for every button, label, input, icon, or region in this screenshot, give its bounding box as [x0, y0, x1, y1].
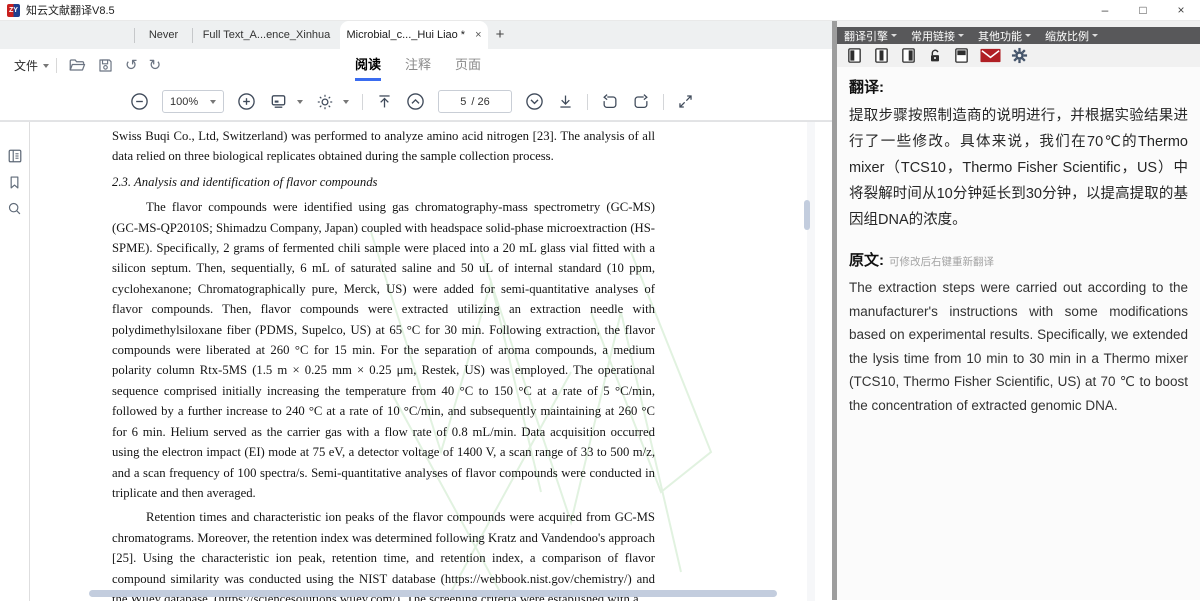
previous-page-icon[interactable]	[406, 92, 425, 111]
original-label: 原文: 可修改后右键重新翻译	[849, 249, 1188, 270]
zoom-out-icon[interactable]	[130, 92, 149, 111]
undo-icon[interactable]: ↺	[125, 58, 138, 73]
menu-common-links[interactable]: 常用链接	[911, 28, 964, 44]
horizontal-scrollbar-thumb[interactable]	[89, 590, 777, 597]
chevron-down-icon	[343, 100, 349, 104]
panel-content: 翻译: 提取步骤按照制造商的说明进行，并根据实验结果进行了一些修改。具体来说，我…	[837, 67, 1200, 417]
translation-panel: 翻译引擎 常用链接 其他功能 缩放比例	[837, 21, 1200, 600]
save-icon[interactable]	[97, 57, 114, 74]
pdf-viewer: Swiss Buqi Co., Ltd, Switzerland) was pe…	[0, 121, 836, 600]
chevron-down-icon	[297, 100, 303, 104]
fullscreen-icon[interactable]	[677, 93, 694, 110]
tab-read[interactable]: 阅读	[355, 54, 381, 81]
layout-left-icon[interactable]	[846, 47, 863, 64]
download-icon[interactable]	[557, 93, 574, 110]
maximize-button[interactable]: □	[1124, 0, 1162, 20]
page-fit-dropdown[interactable]	[269, 92, 303, 111]
menu-label: 缩放比例	[1045, 28, 1089, 44]
tab-fulltext[interactable]: Full Text_A...ence_Xinhua	[193, 21, 340, 49]
menu-other-functions[interactable]: 其他功能	[978, 28, 1031, 44]
toolbar: 100% 5 / 26	[0, 83, 836, 121]
window-controls: – □ ×	[1086, 0, 1200, 20]
tab-never[interactable]: Never	[135, 21, 192, 49]
menu-translation-engine[interactable]: 翻译引擎	[844, 28, 897, 44]
tab-annotate[interactable]: 注释	[405, 54, 431, 81]
mail-icon[interactable]	[980, 48, 1001, 63]
menu-zoom-ratio[interactable]: 缩放比例	[1045, 28, 1098, 44]
unlock-icon[interactable]	[927, 48, 943, 64]
translation-label: 翻译:	[849, 76, 1188, 97]
tab-label: Full Text_A...ence_Xinhua	[203, 29, 331, 41]
chevron-down-icon	[1092, 34, 1098, 37]
app-title: 知云文献翻译V8.5	[26, 2, 115, 18]
menu-row: 文件 ↺ ↻ 阅读 注释 页面	[0, 49, 836, 83]
translation-text: 提取步骤按照制造商的说明进行，并根据实验结果进行了一些修改。具体来说，我们在70…	[849, 103, 1188, 233]
original-text[interactable]: The extraction steps were carried out ac…	[849, 276, 1188, 417]
thumbnails-icon[interactable]	[7, 148, 23, 164]
chevron-down-icon	[1025, 34, 1031, 37]
chevron-down-icon	[43, 64, 49, 68]
tab-bar: Never Full Text_A...ence_Xinhua Microbia…	[0, 21, 836, 49]
layout-center-icon[interactable]	[873, 47, 890, 64]
next-page-icon[interactable]	[525, 92, 544, 111]
chevron-down-icon	[958, 34, 964, 37]
app-logo: ZY	[7, 4, 20, 17]
file-menu-label: 文件	[14, 57, 38, 74]
title-bar: ZY 知云文献翻译V8.5 – □ ×	[0, 0, 1200, 21]
chevron-down-icon	[210, 100, 216, 104]
page-number-input[interactable]: 5 / 26	[438, 90, 512, 113]
close-button[interactable]: ×	[1162, 0, 1200, 20]
original-label-text: 原文:	[849, 252, 884, 269]
layout-right-icon[interactable]	[900, 47, 917, 64]
rotate-left-icon[interactable]	[601, 93, 619, 111]
scroll-to-top-icon[interactable]	[376, 93, 393, 110]
minimize-button[interactable]: –	[1086, 0, 1124, 20]
zoom-level-dropdown[interactable]: 100%	[162, 90, 224, 113]
paragraph[interactable]: The flavor compounds were identified usi…	[112, 197, 655, 503]
document-region: Never Full Text_A...ence_Xinhua Microbia…	[0, 21, 836, 600]
pdf-page: Swiss Buqi Co., Ltd, Switzerland) was pe…	[31, 122, 819, 601]
divider	[56, 58, 57, 73]
divider	[663, 94, 664, 110]
vertical-scrollbar[interactable]	[807, 122, 815, 601]
new-tab-button[interactable]: +	[490, 25, 510, 45]
zoom-in-icon[interactable]	[237, 92, 256, 111]
chevron-down-icon	[891, 34, 897, 37]
divider	[587, 94, 588, 110]
vertical-scrollbar-thumb[interactable]	[804, 200, 810, 230]
menu-label: 常用链接	[911, 28, 955, 44]
bookmark-icon[interactable]	[7, 175, 22, 190]
viewer-sidebar	[0, 122, 30, 601]
divider	[362, 94, 363, 110]
file-menu[interactable]: 文件	[14, 57, 49, 74]
page-total: / 26	[471, 96, 489, 108]
section-heading[interactable]: 2.3. Analysis and identification of flav…	[112, 172, 655, 192]
search-icon[interactable]	[7, 201, 22, 216]
tab-microbial-active[interactable]: Microbial_c..._Hui Liao * ×	[340, 21, 488, 49]
paragraph[interactable]: Swiss Buqi Co., Ltd, Switzerland) was pe…	[112, 126, 655, 167]
tab-label: Never	[149, 29, 178, 41]
redo-icon[interactable]: ↻	[149, 58, 162, 73]
document-text[interactable]: Swiss Buqi Co., Ltd, Switzerland) was pe…	[112, 126, 655, 601]
brightness-dropdown[interactable]	[316, 93, 349, 111]
menu-label: 其他功能	[978, 28, 1022, 44]
original-hint: 可修改后右键重新翻译	[889, 256, 994, 268]
tab-label: Microbial_c..._Hui Liao *	[346, 29, 465, 41]
panel-menu-bar: 翻译引擎 常用链接 其他功能 缩放比例	[837, 27, 1200, 44]
tab-close-icon[interactable]: ×	[475, 29, 481, 41]
tab-page[interactable]: 页面	[455, 54, 481, 81]
panel-icon-row	[837, 44, 1200, 67]
page-current: 5	[460, 96, 466, 108]
rotate-right-icon[interactable]	[632, 93, 650, 111]
paragraph[interactable]: Retention times and characteristic ion p…	[112, 507, 655, 601]
open-file-icon[interactable]	[68, 56, 86, 74]
split-view-icon[interactable]	[953, 47, 970, 64]
zoom-level-value: 100%	[170, 96, 198, 108]
settings-gear-icon[interactable]	[1011, 47, 1028, 64]
menu-label: 翻译引擎	[844, 28, 888, 44]
view-mode-tabs: 阅读 注释 页面	[355, 54, 481, 81]
